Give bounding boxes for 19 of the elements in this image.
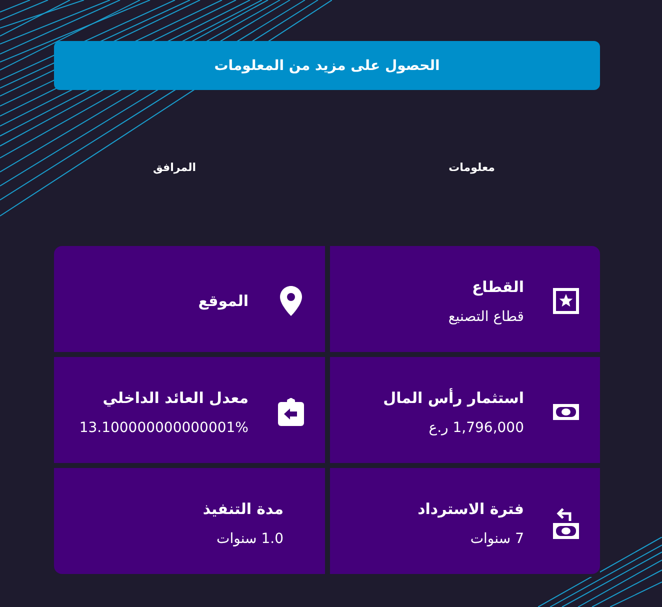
card-value: 1,796,000 ر.ع <box>428 418 524 438</box>
card-title: استثمار رأس المال <box>383 387 524 408</box>
card-title: معدل العائد الداخلي <box>102 388 248 408</box>
banknote-arrow-icon <box>553 507 579 539</box>
card-title: القطاع <box>472 276 524 298</box>
star-square-icon <box>553 288 579 314</box>
more-info-button[interactable]: الحصول على مزيد من المعلومات <box>54 41 600 90</box>
tab[interactable]: معلومات <box>448 160 495 176</box>
card-title: الموقع <box>198 291 248 312</box>
card-value: 7 سنوات <box>470 530 524 548</box>
card-value: قطاع التصنيع <box>448 308 524 326</box>
tab[interactable]: المرافق <box>153 160 196 176</box>
clipboard-arrow-icon <box>278 398 304 426</box>
location-pin-icon <box>280 286 302 316</box>
banknote-icon <box>553 404 579 420</box>
card-title: فترة الاسترداد <box>418 498 524 520</box>
card-title: مدة التنفيذ <box>202 498 284 520</box>
card-value: 13.100000000000001% <box>79 418 248 438</box>
card-value: 1.0 سنوات <box>216 530 284 548</box>
